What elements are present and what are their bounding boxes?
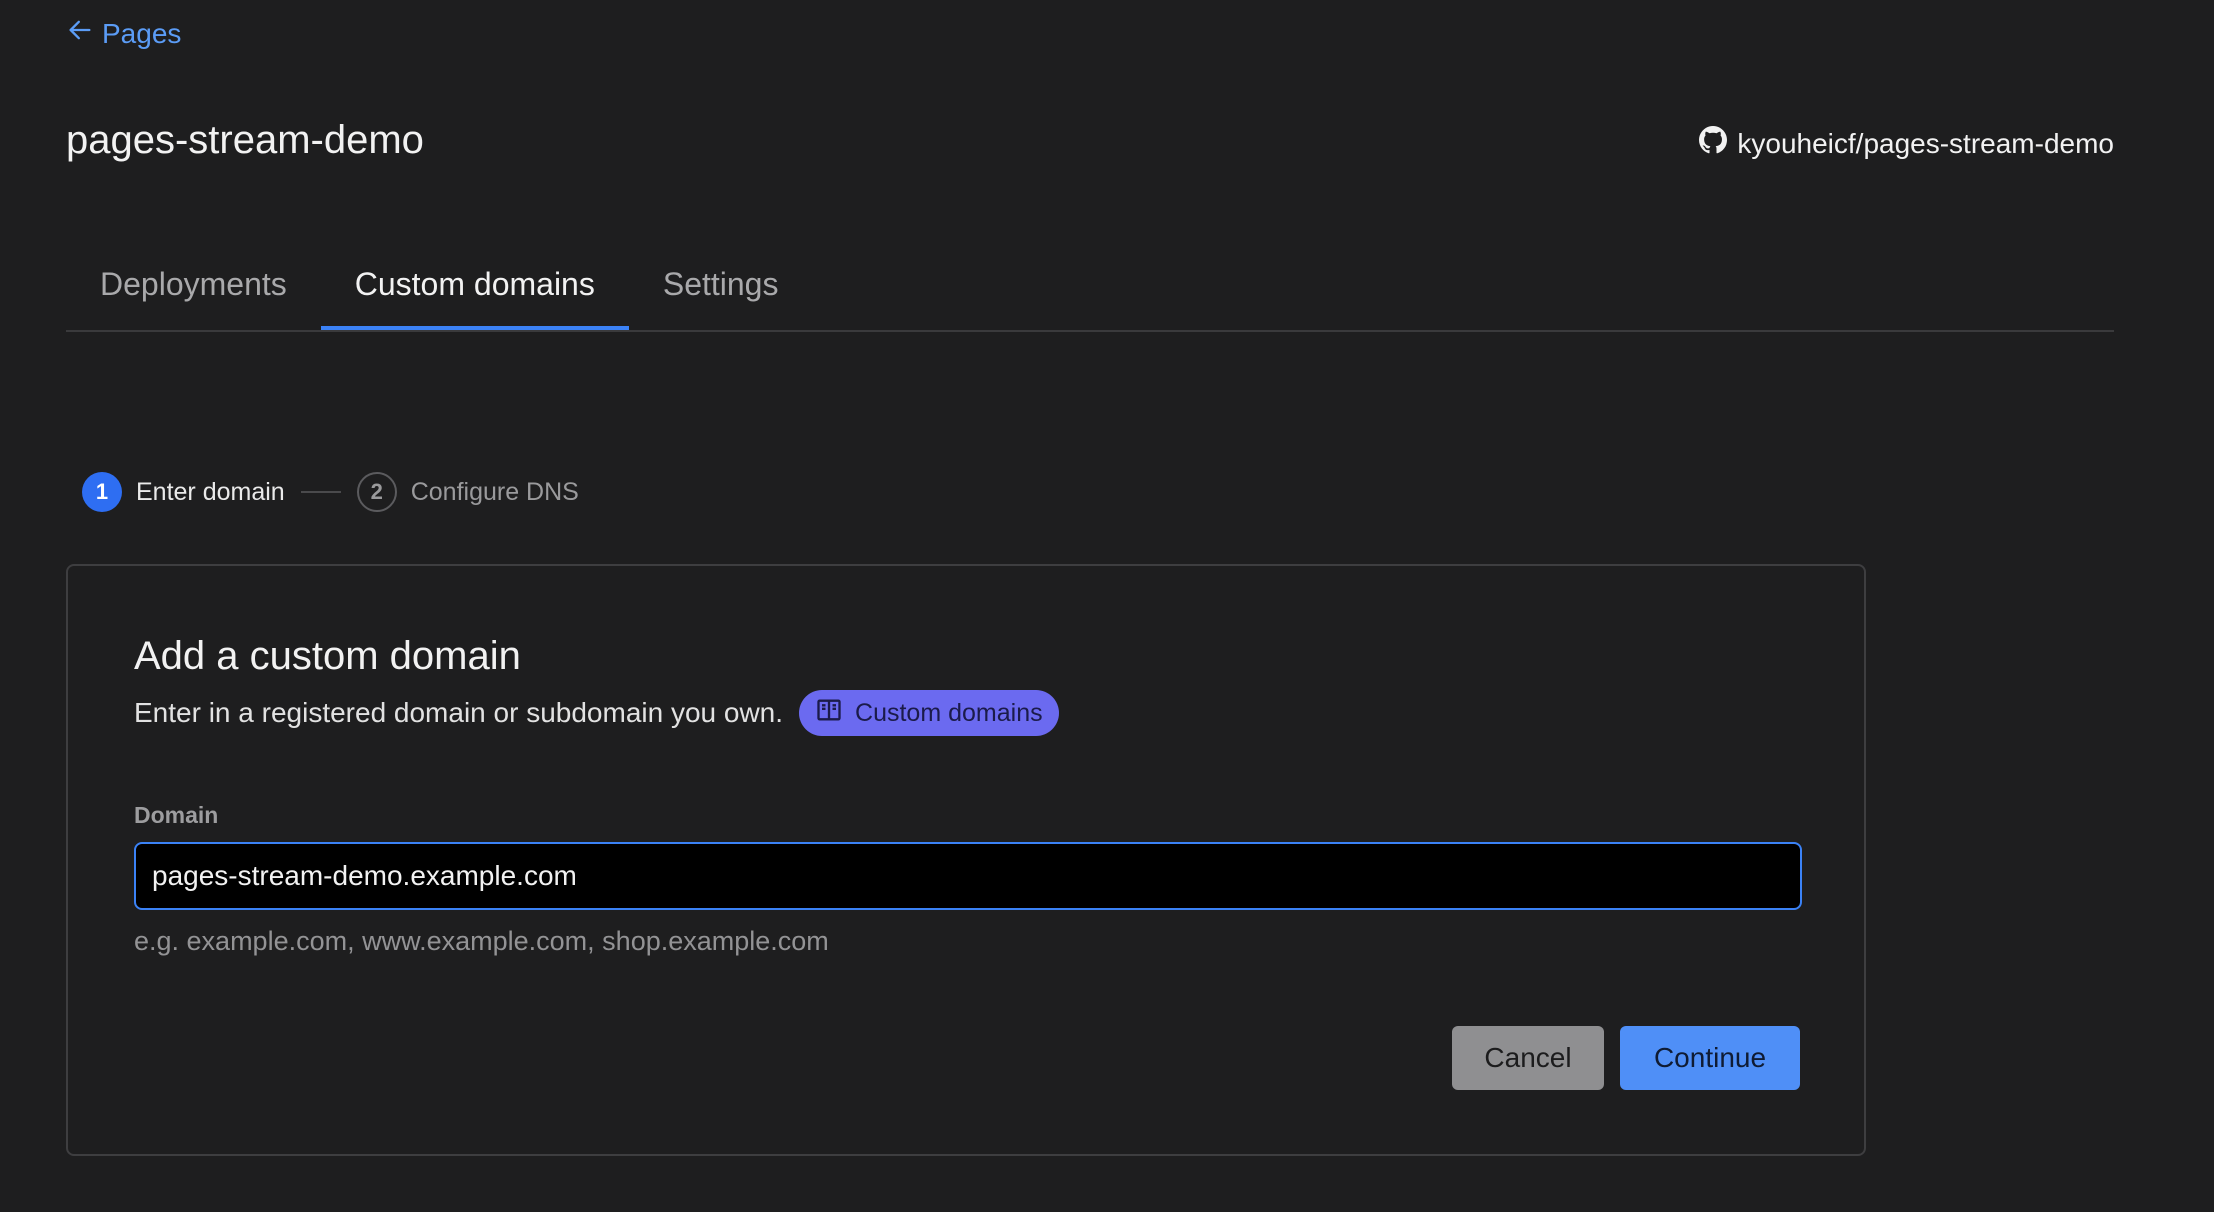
add-domain-card: Add a custom domain Enter in a registere… xyxy=(66,564,1866,1156)
step-1-indicator: 1 xyxy=(82,472,122,512)
step-connector xyxy=(300,491,341,493)
step-2-indicator: 2 xyxy=(356,472,397,512)
arrow-left-icon xyxy=(66,16,94,51)
cancel-button[interactable]: Cancel xyxy=(1452,1026,1604,1090)
docs-link-label: Custom domains xyxy=(855,698,1043,727)
step-1-label: Enter domain xyxy=(136,477,285,506)
domain-field-label: Domain xyxy=(134,802,219,828)
domain-field-hint: e.g. example.com, www.example.com, shop.… xyxy=(134,926,829,956)
repo-link[interactable]: kyouheicf/pages-stream-demo xyxy=(1699,126,2114,161)
back-to-pages-link[interactable]: Pages xyxy=(66,16,181,51)
tab-bar: Deployments Custom domains Settings xyxy=(66,240,2114,332)
custom-domains-docs-link[interactable]: Custom domains xyxy=(799,690,1059,736)
card-description-row: Enter in a registered domain or subdomai… xyxy=(134,690,1059,736)
domain-input[interactable] xyxy=(134,842,1802,910)
github-icon xyxy=(1699,126,1728,161)
tab-settings[interactable]: Settings xyxy=(629,240,813,328)
tab-custom-domains[interactable]: Custom domains xyxy=(320,240,629,330)
page-title: pages-stream-demo xyxy=(66,118,424,162)
step-2-label: Configure DNS xyxy=(410,477,579,506)
book-icon xyxy=(815,696,843,731)
continue-button[interactable]: Continue xyxy=(1620,1026,1800,1090)
page: Pages pages-stream-demo kyouheicf/pages-… xyxy=(0,0,2214,1212)
back-link-label: Pages xyxy=(102,17,182,49)
repo-name: kyouheicf/pages-stream-demo xyxy=(1737,127,2114,159)
stepper: 1 Enter domain 2 Configure DNS xyxy=(82,472,579,512)
tab-deployments[interactable]: Deployments xyxy=(66,240,321,328)
card-title: Add a custom domain xyxy=(134,634,521,678)
card-description: Enter in a registered domain or subdomai… xyxy=(134,697,784,728)
